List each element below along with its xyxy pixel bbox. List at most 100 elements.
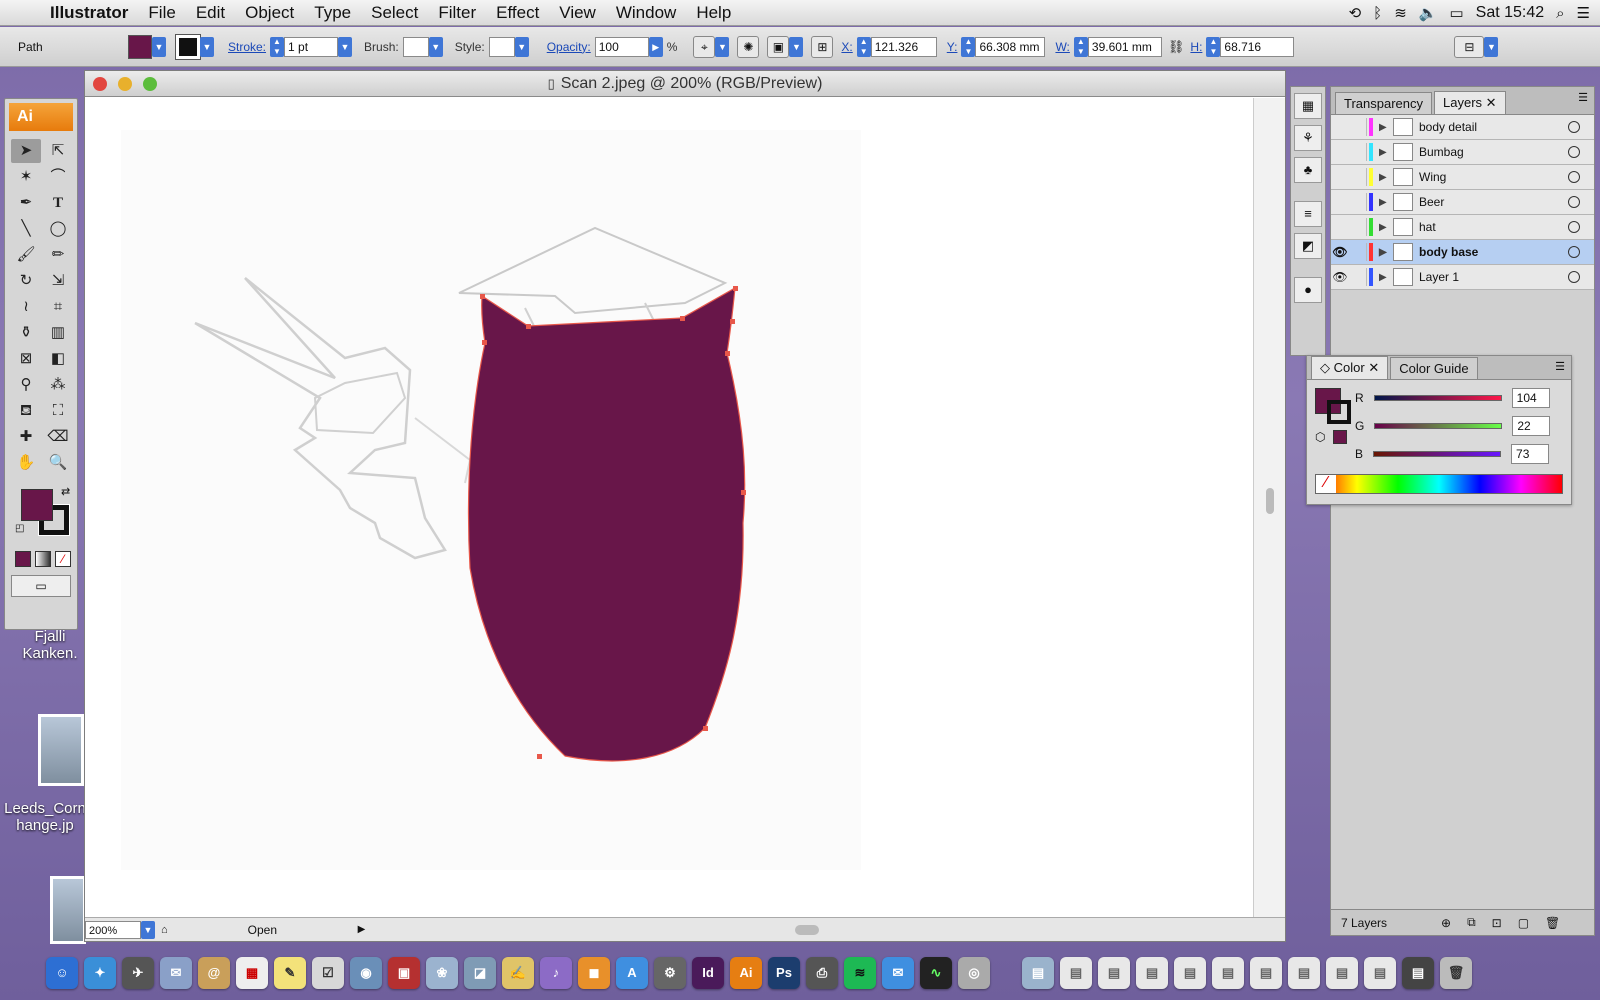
layer-row[interactable]: 👁 ▶ body base bbox=[1331, 240, 1594, 265]
w-field[interactable]: 39.601 mm bbox=[1087, 36, 1162, 57]
close-color-tab-icon[interactable]: ✕ bbox=[1368, 360, 1379, 375]
close-tab-icon[interactable]: ✕ bbox=[1486, 95, 1497, 110]
fill-color-box[interactable] bbox=[21, 489, 53, 521]
zoom-tool-icon[interactable]: 🔍 bbox=[43, 451, 73, 475]
gradient-tool-icon[interactable]: ◧ bbox=[43, 347, 73, 371]
menu-type[interactable]: Type bbox=[304, 0, 361, 26]
recolor-dropdown[interactable]: ▼ bbox=[715, 36, 730, 57]
layer-row[interactable]: 👁 ▶ Layer 1 bbox=[1331, 265, 1594, 290]
x-field[interactable]: 121.326 bbox=[870, 36, 937, 57]
anchor-point[interactable] bbox=[725, 351, 730, 356]
launchpad-icon[interactable]: ✈ bbox=[122, 957, 154, 989]
expand-triangle-icon[interactable]: ▶ bbox=[1379, 122, 1393, 133]
clock[interactable]: Sat 15:42 bbox=[1476, 4, 1545, 22]
indesign-icon[interactable]: Id bbox=[692, 957, 724, 989]
web-safe-swatch[interactable] bbox=[1333, 430, 1347, 444]
layer-name[interactable]: body detail bbox=[1419, 120, 1568, 134]
calendar-icon[interactable]: ▦ bbox=[236, 957, 268, 989]
new-sublayer-icon[interactable]: ⊡ bbox=[1492, 916, 1502, 930]
layer-target-icon[interactable] bbox=[1568, 246, 1580, 258]
dock-document-stack-4[interactable]: ▤ bbox=[1136, 957, 1168, 989]
symbols-panel-icon[interactable]: ♣ bbox=[1294, 157, 1322, 183]
menu-file[interactable]: File bbox=[138, 0, 185, 26]
live-paint-bucket-tool-icon[interactable]: ⛾ bbox=[11, 399, 41, 423]
gradient-panel-icon[interactable]: ◩ bbox=[1294, 233, 1322, 259]
live-trace-icon[interactable]: ✺ bbox=[737, 35, 760, 58]
vertical-scrollbar[interactable] bbox=[1253, 98, 1285, 918]
layer-target-icon[interactable] bbox=[1568, 221, 1580, 233]
direct-selection-tool-icon[interactable]: ⇱ bbox=[43, 139, 73, 163]
workspace-dropdown[interactable]: ▼ bbox=[1484, 36, 1499, 57]
opacity-label[interactable]: Opacity: bbox=[547, 40, 591, 54]
free-transform-tool-icon[interactable]: ⌗ bbox=[43, 295, 73, 319]
swap-fill-stroke-icon[interactable]: ⇄ bbox=[61, 485, 70, 498]
layer-name[interactable]: Wing bbox=[1419, 170, 1568, 184]
notes-icon[interactable]: ✎ bbox=[274, 957, 306, 989]
document-titlebar[interactable]: ▯ Scan 2.jpeg @ 200% (RGB/Preview) bbox=[85, 71, 1285, 97]
delete-layer-icon[interactable]: 🗑 bbox=[1545, 916, 1560, 930]
screen-mode-icon[interactable]: ▭ bbox=[11, 575, 71, 597]
zoom-window-button[interactable] bbox=[143, 77, 157, 91]
opacity-field[interactable]: 100 bbox=[594, 36, 649, 57]
expand-triangle-icon[interactable]: ▶ bbox=[1379, 197, 1393, 208]
ibooks-icon[interactable]: ◼ bbox=[578, 957, 610, 989]
locate-object-icon[interactable]: ⊕ bbox=[1441, 916, 1451, 930]
image-capture-icon[interactable]: ◎ bbox=[958, 957, 990, 989]
dock-document-stack-8[interactable]: ▤ bbox=[1288, 957, 1320, 989]
dock-document-stack-2[interactable]: ▤ bbox=[1060, 957, 1092, 989]
close-window-button[interactable] bbox=[93, 77, 107, 91]
activity-monitor-icon[interactable]: ∿ bbox=[920, 957, 952, 989]
spotlight-search-icon[interactable]: ⌕ bbox=[1556, 5, 1564, 22]
anchor-point[interactable] bbox=[480, 294, 485, 299]
menu-select[interactable]: Select bbox=[361, 0, 428, 26]
anchor-point[interactable] bbox=[741, 490, 746, 495]
y-label[interactable]: Y: bbox=[947, 40, 958, 54]
expand-triangle-icon[interactable]: ▶ bbox=[1379, 272, 1393, 283]
brushes-panel-icon[interactable]: ⚘ bbox=[1294, 125, 1322, 151]
tab-color-guide[interactable]: Color Guide bbox=[1390, 357, 1478, 379]
menu-view[interactable]: View bbox=[549, 0, 606, 26]
spotify-icon[interactable]: ≋ bbox=[844, 957, 876, 989]
stroke-color-dropdown[interactable]: ▼ bbox=[200, 36, 214, 57]
expand-triangle-icon[interactable]: ▶ bbox=[1379, 147, 1393, 158]
make-clipping-mask-icon[interactable]: ⧉ bbox=[1467, 915, 1476, 930]
reminders-icon[interactable]: ☑ bbox=[312, 957, 344, 989]
layer-name[interactable]: Layer 1 bbox=[1419, 270, 1568, 284]
stroke-swatch[interactable] bbox=[175, 33, 201, 60]
style-field[interactable] bbox=[488, 36, 515, 57]
dock-document-stack-1[interactable]: ▤ bbox=[1022, 957, 1054, 989]
h-field[interactable]: 68.716 bbox=[1220, 36, 1295, 57]
recolor-artwork-icon[interactable]: ⌖ bbox=[693, 35, 716, 58]
tab-color[interactable]: ◇ Color ✕ bbox=[1311, 356, 1389, 379]
menu-effect[interactable]: Effect bbox=[486, 0, 549, 26]
vertical-scroll-thumb[interactable] bbox=[1266, 488, 1274, 514]
crop-area-tool-icon[interactable]: ✚ bbox=[11, 425, 41, 449]
magic-wand-tool-icon[interactable]: ✶ bbox=[11, 165, 41, 189]
preview-icon[interactable]: ◪ bbox=[464, 957, 496, 989]
brush-dropdown[interactable]: ▼ bbox=[428, 36, 443, 57]
pencil-tool-icon[interactable]: ✏ bbox=[43, 243, 73, 267]
constrain-proportions-icon[interactable]: ⛓ bbox=[1168, 39, 1185, 55]
lock-toggle[interactable] bbox=[1349, 193, 1367, 211]
green-value-field[interactable]: 22 bbox=[1512, 416, 1551, 436]
w-label[interactable]: W: bbox=[1055, 40, 1069, 54]
fill-swatch[interactable] bbox=[128, 34, 152, 59]
photoshop-icon[interactable]: Ps bbox=[768, 957, 800, 989]
gradient-mode-icon[interactable] bbox=[35, 551, 51, 567]
new-layer-icon[interactable]: ▢ bbox=[1518, 916, 1529, 930]
layer-target-icon[interactable] bbox=[1568, 271, 1580, 283]
lock-toggle[interactable] bbox=[1349, 268, 1367, 286]
brush-field[interactable] bbox=[402, 36, 429, 57]
volume-icon[interactable]: 🔈 bbox=[1419, 4, 1438, 22]
none-color-icon[interactable]: ⁄ bbox=[1316, 475, 1336, 493]
bluetooth-icon[interactable]: ᛒ bbox=[1373, 5, 1382, 22]
dock-document-stack-5[interactable]: ▤ bbox=[1174, 957, 1206, 989]
blue-value-field[interactable]: 73 bbox=[1511, 444, 1550, 464]
w-spinner[interactable]: ▲ ▼ bbox=[1073, 36, 1088, 57]
fill-dropdown[interactable]: ▼ bbox=[152, 36, 166, 57]
visibility-eye-icon[interactable]: 👁 bbox=[1331, 245, 1349, 259]
menu-edit[interactable]: Edit bbox=[186, 0, 235, 26]
dock-document-stack-11[interactable]: ▤ bbox=[1402, 957, 1434, 989]
anchor-point[interactable] bbox=[730, 319, 735, 324]
symbol-sprayer-tool-icon[interactable]: ⚱ bbox=[11, 321, 41, 345]
